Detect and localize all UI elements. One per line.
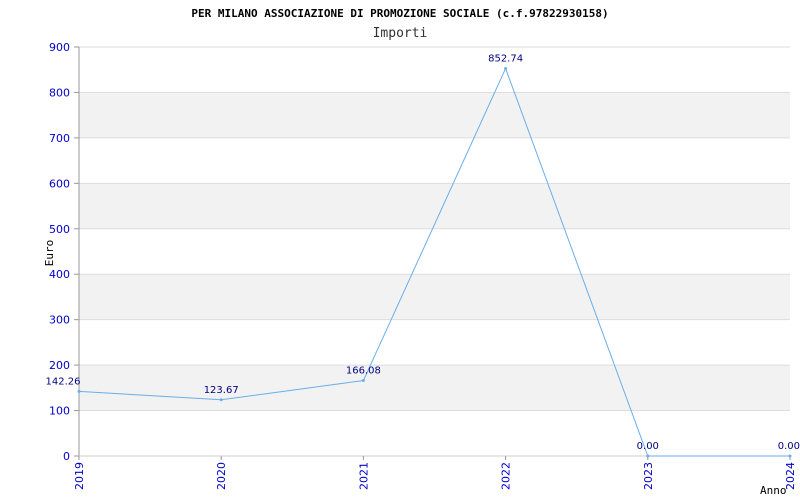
x-tick-label: 2019 bbox=[73, 462, 86, 490]
y-tick-label: 800 bbox=[49, 86, 70, 99]
y-tick-label: 700 bbox=[49, 132, 70, 145]
x-axis-label: Anno bbox=[760, 484, 787, 497]
data-label: 123.67 bbox=[204, 385, 239, 396]
data-label: 0.00 bbox=[637, 441, 659, 452]
y-tick-label: 600 bbox=[49, 177, 70, 190]
y-tick-label: 500 bbox=[49, 223, 70, 236]
x-tick-label: 2022 bbox=[500, 462, 513, 490]
data-point bbox=[77, 389, 81, 393]
x-tick-label: 2020 bbox=[215, 462, 228, 490]
data-point bbox=[504, 66, 508, 70]
x-tick-label: 2023 bbox=[642, 462, 655, 490]
plot-band bbox=[79, 365, 790, 411]
y-axis-label: Euro bbox=[43, 240, 56, 267]
data-point bbox=[219, 398, 223, 402]
data-label: 852.74 bbox=[488, 53, 523, 64]
x-tick-labels: 2019 2020 2021 2022 2023 2024 bbox=[73, 462, 797, 490]
data-point bbox=[646, 454, 650, 458]
data-point bbox=[788, 454, 792, 458]
y-tick-label: 900 bbox=[49, 41, 70, 54]
y-tick-label: 100 bbox=[49, 405, 70, 418]
data-label: 0.00 bbox=[778, 441, 800, 452]
plot-band bbox=[79, 183, 790, 229]
y-tick-label: 200 bbox=[49, 359, 70, 372]
data-label: 166.08 bbox=[346, 366, 381, 377]
chart-subtitle: Importi bbox=[373, 26, 428, 41]
y-tick-label: 0 bbox=[63, 450, 70, 463]
plot-band bbox=[79, 92, 790, 138]
y-tick-label: 400 bbox=[49, 268, 70, 281]
x-tick-label: 2021 bbox=[357, 462, 370, 490]
data-label: 142.26 bbox=[46, 376, 81, 387]
plot-background-bands bbox=[79, 92, 790, 411]
plot-band bbox=[79, 274, 790, 320]
data-point bbox=[361, 379, 365, 383]
chart-title: PER MILANO ASSOCIAZIONE DI PROMOZIONE SO… bbox=[191, 7, 608, 20]
line-chart: PER MILANO ASSOCIAZIONE DI PROMOZIONE SO… bbox=[43, 7, 800, 497]
y-tick-label: 300 bbox=[49, 314, 70, 327]
